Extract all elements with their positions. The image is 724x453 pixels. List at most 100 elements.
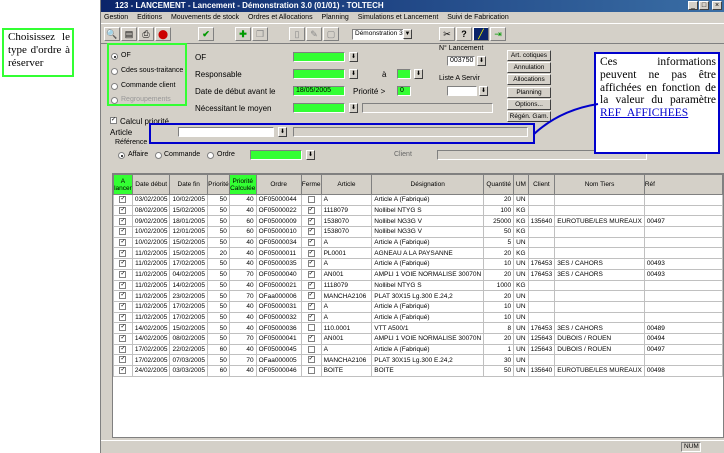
priorite-calculee-cell[interactable]: 60 (228, 226, 257, 238)
date-debut-cell[interactable]: 11/02/2005 (131, 300, 171, 313)
ferme-cell[interactable]: ✓ (300, 354, 322, 366)
ref-cell[interactable]: 00498 (643, 365, 723, 377)
quantite-cell[interactable]: 1 (483, 343, 515, 356)
minimize-button[interactable]: _ (688, 1, 698, 10)
date-debut-cell[interactable]: 10/02/2005 (131, 226, 171, 238)
article-cell[interactable]: 1538070 (320, 226, 373, 238)
priorite-cell[interactable]: 50 (207, 290, 230, 302)
article-cell[interactable]: AN001 (320, 332, 373, 345)
a-lancer-checkbox[interactable]: ✓ (119, 260, 127, 268)
nom-tiers-cell[interactable]: 3ES / CAHORS (554, 322, 645, 334)
a-lancer-checkbox[interactable]: ✓ (119, 270, 127, 278)
ordre-cell[interactable]: OF05000036 (255, 322, 302, 334)
priorite-calculee-cell[interactable]: 70 (228, 332, 257, 345)
a-lancer-cell[interactable]: ✓ (113, 258, 133, 270)
a-lancer-checkbox[interactable]: ✓ (119, 292, 127, 300)
priorite-cell[interactable]: 50 (207, 354, 230, 366)
priorite-cell[interactable]: 60 (207, 365, 230, 377)
print-preview-icon[interactable]: 🔍 (104, 27, 120, 41)
a-lancer-checkbox[interactable]: ✓ (119, 281, 127, 289)
article-cell[interactable]: 110.0001 (320, 322, 373, 334)
nom-tiers-cell[interactable] (554, 236, 645, 249)
priorite-calculee-cell[interactable]: 40 (228, 236, 257, 249)
quantite-cell[interactable]: 20 (483, 332, 515, 345)
nom-tiers-cell[interactable] (554, 279, 645, 292)
ferme-checkbox[interactable]: ✓ (307, 228, 315, 236)
priorite-cell[interactable]: 50 (207, 332, 230, 345)
ordre-cell[interactable]: OF05000044 (255, 194, 302, 206)
ordre-cell[interactable]: OF05000022 (255, 204, 302, 217)
planning-button[interactable]: Planning (507, 87, 551, 98)
table-row[interactable]: ✓ 11/02/2005 17/02/2005 50 40 OF05000031 ✓ A Art… (113, 300, 723, 313)
priorite-calculee-cell[interactable]: 70 (228, 290, 257, 302)
quantite-cell[interactable]: 30 (483, 354, 515, 366)
a-lancer-cell[interactable]: ✓ (113, 279, 133, 292)
col-um[interactable]: UM (513, 174, 529, 195)
a-lancer-checkbox[interactable]: ✓ (119, 206, 127, 214)
article-cell[interactable]: AN001 (320, 268, 373, 281)
priorite-calculee-cell[interactable]: 40 (228, 311, 257, 324)
priorite-cell[interactable]: 50 (207, 322, 230, 334)
ferme-checkbox[interactable] (307, 324, 315, 332)
ref-cell[interactable] (643, 311, 723, 324)
responsable-from-lookup[interactable]: ⬇ (349, 69, 358, 79)
quantite-cell[interactable]: 10 (483, 300, 515, 313)
article-cell[interactable]: A (320, 311, 373, 324)
date-debut-cell[interactable]: 11/02/2005 (131, 290, 171, 302)
designation-cell[interactable]: PLAT 30X15 Lg.300 E.24,2 (371, 290, 485, 302)
date-fin-cell[interactable]: 18/01/2005 (169, 215, 208, 228)
edit-icon[interactable]: ▯ (289, 27, 305, 41)
designation-cell[interactable]: PLAT 30X15 Lg.300 E.24,2 (371, 354, 485, 366)
date-debut-cell[interactable]: 14/02/2005 (131, 322, 171, 334)
ferme-cell[interactable]: ✓ (300, 311, 322, 324)
copy-icon[interactable]: ❐ (252, 27, 268, 41)
table-row[interactable]: ✓ 24/02/2005 03/03/2005 60 40 OF05000046 BOITE… (113, 365, 723, 377)
priorite-cell[interactable]: 50 (207, 226, 230, 238)
ferme-cell[interactable]: ✓ (300, 204, 322, 217)
radio-soustraitance[interactable] (111, 68, 118, 75)
client-cell[interactable] (527, 226, 556, 238)
nom-tiers-cell[interactable] (554, 354, 645, 366)
table-row[interactable]: ✓ 10/02/2005 12/01/2005 50 60 OF05000010 ✓ 1538… (113, 226, 723, 238)
um-cell[interactable]: UN (513, 268, 529, 281)
date-debut-cell[interactable]: 11/02/2005 (131, 247, 171, 260)
priorite-calculee-cell[interactable]: 40 (228, 343, 257, 356)
a-lancer-cell[interactable]: ✓ (113, 290, 133, 302)
ferme-checkbox[interactable] (307, 196, 315, 204)
table-row[interactable]: ✓ 09/02/2005 18/01/2005 50 60 OF05000009 ✓ 1538… (113, 215, 723, 228)
quantite-cell[interactable]: 50 (483, 226, 515, 238)
a-lancer-cell[interactable]: ✓ (113, 215, 133, 228)
col-quantite[interactable]: Quantité (483, 174, 515, 195)
ordre-cell[interactable]: OF05000021 (255, 279, 302, 292)
ferme-cell[interactable]: ✓ (300, 290, 322, 302)
date-debut-cell[interactable]: 08/02/2005 (131, 204, 171, 217)
priorite-calculee-cell[interactable]: 40 (228, 258, 257, 270)
date-debut-cell[interactable]: 03/02/2005 (131, 194, 171, 206)
ferme-checkbox[interactable]: ✓ (307, 292, 315, 300)
a-lancer-checkbox[interactable]: ✓ (119, 324, 127, 332)
date-fin-cell[interactable]: 15/02/2005 (169, 247, 208, 260)
allocations-button[interactable]: Allocations (507, 74, 551, 85)
ordre-cell[interactable]: OFaa000006 (255, 290, 302, 302)
date-debut-cell[interactable]: 10/02/2005 (131, 236, 171, 249)
nom-tiers-cell[interactable]: DUBOIS / ROUEN (554, 343, 645, 356)
article-cell[interactable]: A (320, 194, 373, 206)
ordre-cell[interactable]: OF05000009 (255, 215, 302, 228)
ref-cell[interactable] (643, 236, 723, 249)
lancement-input[interactable]: 003750 (447, 56, 475, 66)
table-row[interactable]: ✓ 17/02/2005 22/02/2005 60 40 OF05000045 A Arti… (113, 343, 723, 356)
a-lancer-cell[interactable]: ✓ (113, 332, 133, 345)
nom-tiers-cell[interactable] (554, 194, 645, 206)
of-lookup-button[interactable]: ⬇ (349, 52, 358, 62)
help-icon[interactable]: ? (456, 27, 472, 41)
nom-tiers-cell[interactable]: DUBOIS / ROUEN (554, 332, 645, 345)
client-cell[interactable]: 125643 (527, 332, 556, 345)
article-cell[interactable]: A (320, 343, 373, 356)
um-cell[interactable]: UN (513, 354, 529, 366)
ref-cell[interactable] (643, 247, 723, 260)
col-designation[interactable]: Désignation (371, 174, 485, 195)
a-lancer-checkbox[interactable]: ✓ (119, 238, 127, 246)
designation-cell[interactable]: Nollibel NTYG S (371, 279, 485, 292)
ferme-cell[interactable] (300, 343, 322, 356)
article-cell[interactable]: MANCHA2106 (320, 354, 373, 366)
